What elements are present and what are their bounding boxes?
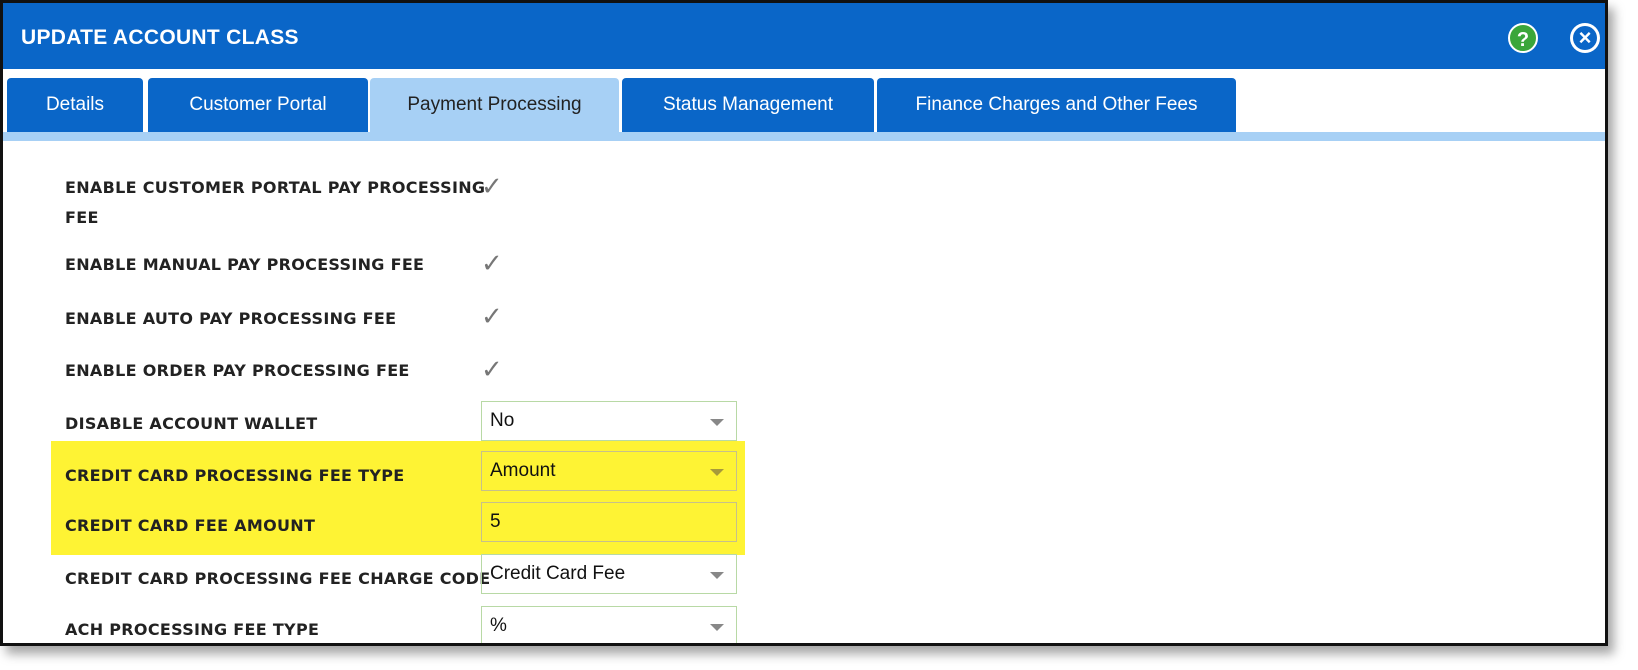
label-enable-auto-fee: ENABLE AUTO PAY PROCESSING FEE <box>65 309 397 328</box>
checkbox-enable-customer-portal-fee[interactable]: ✓ <box>481 173 507 199</box>
label-enable-order-fee: ENABLE ORDER PAY PROCESSING FEE <box>65 361 410 380</box>
dialog-titlebar: UPDATE ACCOUNT CLASS ? × <box>3 3 1605 69</box>
tab-status-management[interactable]: Status Management <box>622 78 874 132</box>
label-enable-customer-portal-fee-line2: FEE <box>65 208 99 227</box>
label-enable-manual-fee: ENABLE MANUAL PAY PROCESSING FEE <box>65 255 425 274</box>
chevron-down-icon <box>710 419 724 426</box>
select-ach-fee-type[interactable]: % <box>481 606 737 643</box>
tab-underline <box>3 132 1605 141</box>
checkbox-enable-order-fee[interactable]: ✓ <box>481 356 507 382</box>
dialog-title: UPDATE ACCOUNT CLASS <box>21 26 299 49</box>
label-cc-fee-type: CREDIT CARD PROCESSING FEE TYPE <box>65 466 405 485</box>
select-ach-fee-type-value: % <box>490 615 507 636</box>
dialog: UPDATE ACCOUNT CLASS ? × Details Custome… <box>0 0 1608 646</box>
tab-details[interactable]: Details <box>7 78 143 132</box>
tab-payment-processing[interactable]: Payment Processing <box>370 78 619 132</box>
label-cc-fee-amount: CREDIT CARD FEE AMOUNT <box>65 516 316 535</box>
select-cc-fee-type[interactable]: Amount <box>481 451 737 491</box>
label-enable-customer-portal-fee: ENABLE CUSTOMER PORTAL PAY PROCESSING <box>65 178 486 197</box>
select-disable-wallet[interactable]: No <box>481 401 737 441</box>
select-cc-fee-charge-code[interactable]: Credit Card Fee <box>481 554 737 594</box>
tab-bar: Details Customer Portal Payment Processi… <box>3 74 1605 132</box>
close-x-glyph: × <box>1578 25 1592 50</box>
select-disable-wallet-value: No <box>490 410 515 431</box>
chevron-down-icon <box>710 572 724 579</box>
input-cc-fee-amount[interactable]: 5 <box>481 502 737 542</box>
tab-finance-charges[interactable]: Finance Charges and Other Fees <box>877 78 1236 132</box>
checkbox-enable-auto-fee[interactable]: ✓ <box>481 303 507 329</box>
tab-customer-portal[interactable]: Customer Portal <box>148 78 368 132</box>
close-icon[interactable]: × <box>1570 23 1600 53</box>
help-icon[interactable]: ? <box>1508 23 1538 53</box>
select-cc-fee-type-value: Amount <box>490 460 556 481</box>
label-ach-fee-type: ACH PROCESSING FEE TYPE <box>65 620 320 639</box>
label-cc-fee-charge-code: CREDIT CARD PROCESSING FEE CHARGE CODE <box>65 569 491 588</box>
chevron-down-icon <box>710 624 724 631</box>
select-cc-fee-charge-code-value: Credit Card Fee <box>490 563 626 584</box>
chevron-down-icon <box>710 469 724 476</box>
checkbox-enable-manual-fee[interactable]: ✓ <box>481 250 507 276</box>
label-disable-wallet: DISABLE ACCOUNT WALLET <box>65 414 318 433</box>
